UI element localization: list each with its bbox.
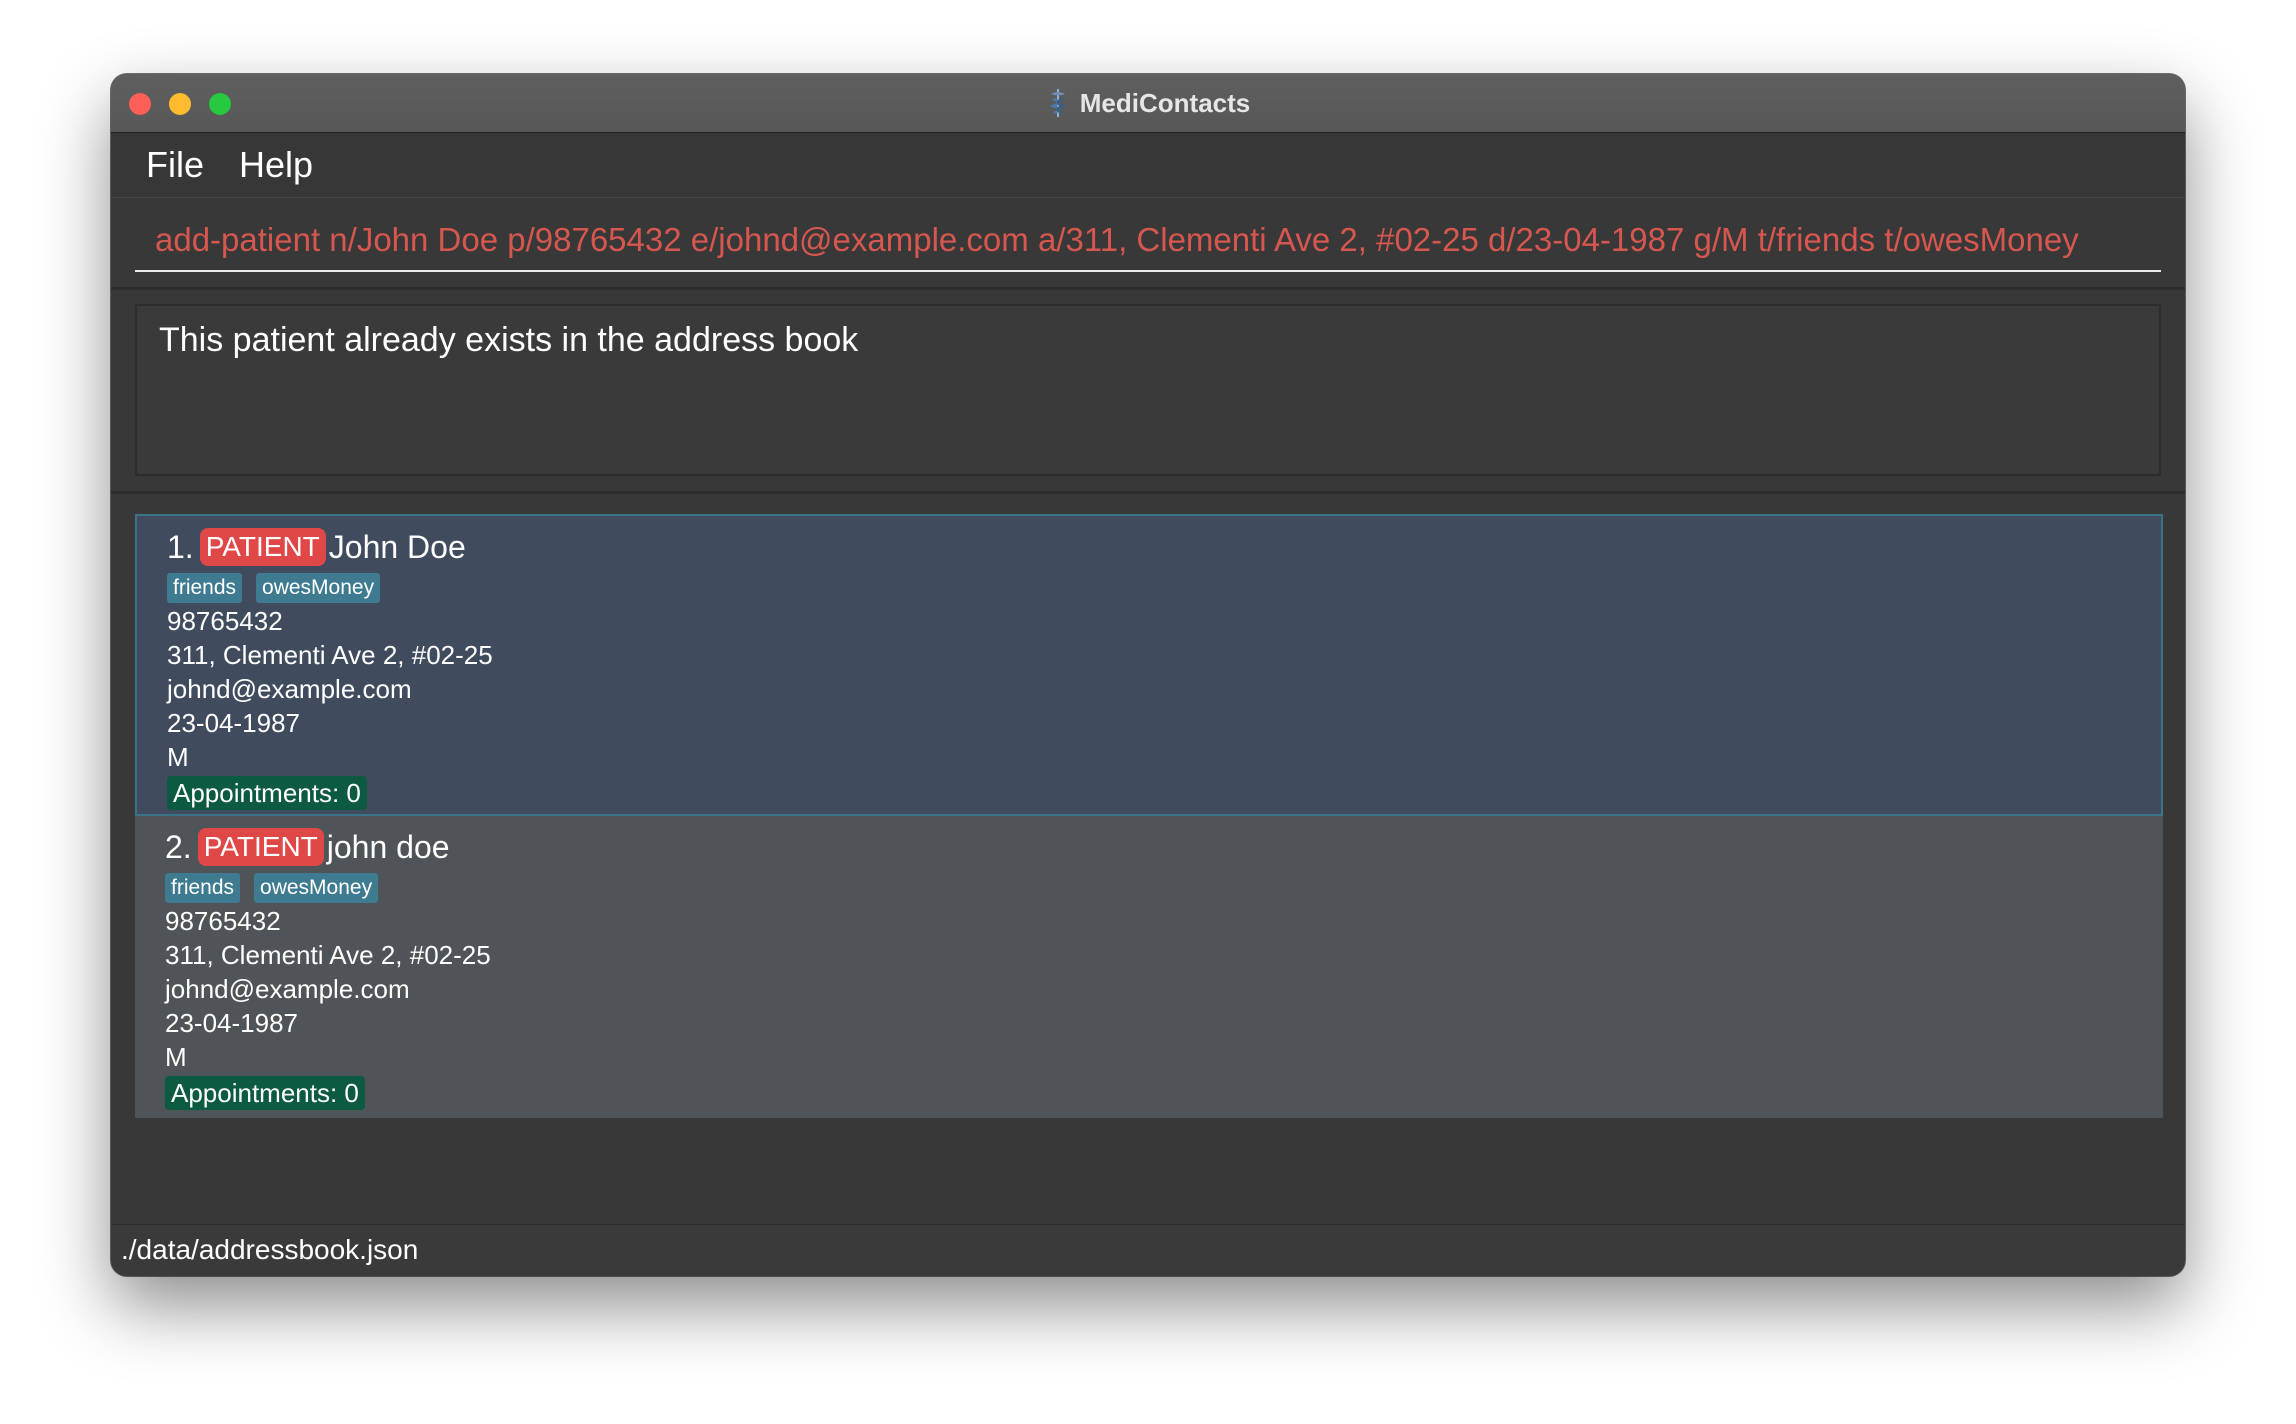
patient-email: johnd@example.com [165, 974, 410, 1004]
patient-phone: 98765432 [167, 606, 283, 636]
result-display: This patient already exists in the addre… [135, 304, 2161, 476]
patient-phone: 98765432 [165, 906, 281, 936]
tag-list: friends owesMoney [167, 572, 493, 604]
patient-name-line: 1. PATIENT John Doe [167, 526, 493, 568]
patient-name: John Doe [328, 528, 466, 565]
tag-owes-money: owesMoney [254, 873, 379, 903]
result-message: This patient already exists in the addre… [159, 321, 859, 359]
patient-gender: M [167, 742, 189, 772]
patient-card[interactable]: 2. PATIENT john doe friends owesMoney 98… [135, 816, 2163, 1118]
tag-owes-money: owesMoney [256, 573, 381, 603]
patient-card-content: 1. PATIENT John Doe friends owesMoney 98… [167, 526, 493, 810]
patient-gender: M [165, 1042, 187, 1072]
command-input[interactable] [135, 210, 2161, 270]
menu-help[interactable]: Help [239, 145, 313, 185]
menu-bar: File Help [111, 133, 2185, 198]
status-bar: ./data/addressbook.json [111, 1224, 2185, 1276]
patient-dob: 23-04-1987 [165, 1008, 298, 1038]
tag-list: friends owesMoney [165, 872, 491, 904]
patient-index: 1. [167, 528, 194, 565]
title-wrap: MediContacts [111, 74, 2185, 132]
patient-address: 311, Clementi Ave 2, #02-25 [165, 940, 491, 970]
window-title: MediContacts [1079, 87, 1251, 118]
app-window: MediContacts File Help This patient alre… [111, 74, 2185, 1276]
tag-friends: friends [165, 873, 241, 903]
tag-friends: friends [167, 573, 243, 603]
menu-file[interactable]: File [146, 145, 204, 185]
appointments-badge: Appointments: 0 [165, 1076, 365, 1110]
patient-email: johnd@example.com [167, 674, 412, 704]
title-bar: MediContacts [111, 74, 2185, 133]
patient-address: 311, Clementi Ave 2, #02-25 [167, 640, 493, 670]
patient-card-content: 2. PATIENT john doe friends owesMoney 98… [165, 826, 491, 1110]
divider [111, 491, 2185, 494]
patient-badge: PATIENT [199, 528, 326, 566]
patient-card[interactable]: 1. PATIENT John Doe friends owesMoney 98… [135, 514, 2163, 816]
appointments-badge: Appointments: 0 [167, 776, 367, 810]
divider [111, 287, 2185, 290]
caduceus-icon [1046, 87, 1070, 119]
patient-name-line: 2. PATIENT john doe [165, 826, 491, 868]
patient-index: 2. [165, 828, 192, 865]
patient-badge: PATIENT [197, 828, 324, 866]
data-file-path: ./data/addressbook.json [121, 1234, 419, 1265]
patient-name: john doe [326, 828, 450, 865]
command-box [135, 210, 2161, 272]
patient-dob: 23-04-1987 [167, 708, 300, 738]
patient-list[interactable]: 1. PATIENT John Doe friends owesMoney 98… [135, 514, 2163, 1118]
